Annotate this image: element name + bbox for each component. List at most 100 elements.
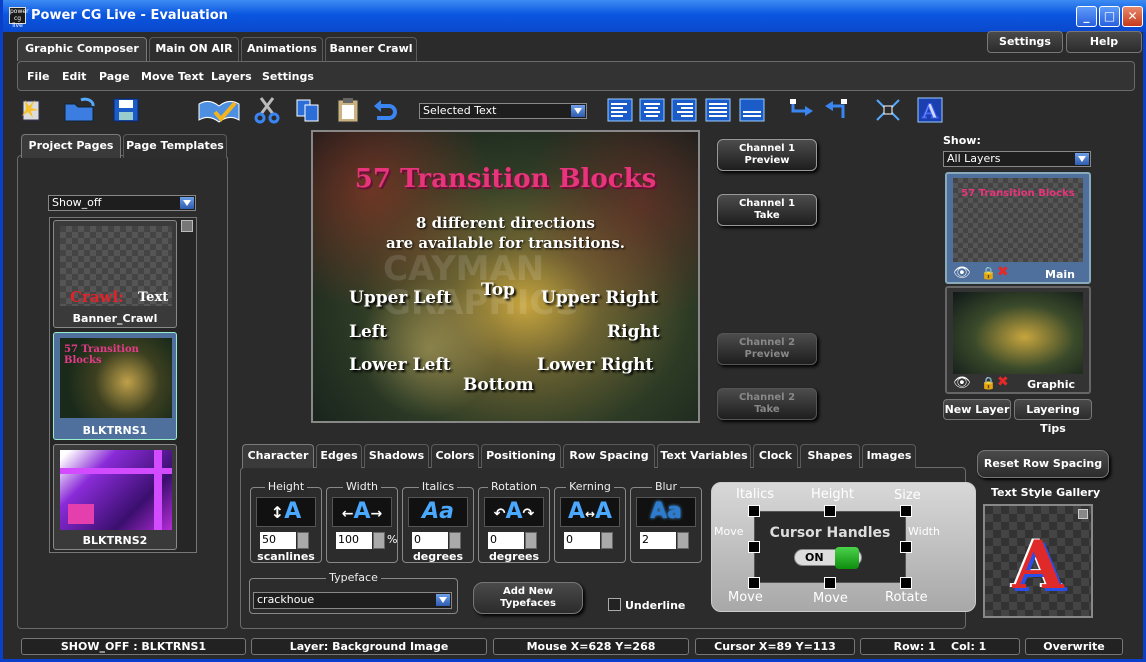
height-input[interactable]: 50	[260, 532, 296, 549]
page-thumb-blktrns1[interactable]: 57 Transition Blocks BLKTRNS1	[53, 332, 177, 440]
save-icon[interactable]	[111, 96, 141, 124]
channel-2-take-button[interactable]: Channel 2 Take	[717, 388, 817, 420]
page-thumb-blktrns2[interactable]: BLKTRNS2	[53, 444, 177, 550]
layer-item-graphic[interactable]: 👁 🔒 ✖ Graphic	[945, 286, 1091, 394]
button-line-1: Channel 2	[738, 337, 796, 348]
align-justify-icon[interactable]	[703, 96, 733, 124]
blur-spinner[interactable]	[677, 532, 689, 549]
menu-layers[interactable]: Layers	[211, 70, 252, 83]
delete-icon[interactable]: ✖	[997, 374, 1009, 390]
align-right-icon[interactable]	[669, 96, 699, 124]
handle-move-left[interactable]	[748, 541, 760, 553]
eye-icon[interactable]: 👁	[953, 265, 971, 281]
move-up-icon[interactable]	[821, 96, 851, 124]
show-dropdown[interactable]: Show_off	[48, 195, 196, 211]
rotation-input[interactable]: 0	[488, 532, 524, 549]
align-center-icon[interactable]	[637, 96, 667, 124]
height-spinner[interactable]	[297, 532, 309, 549]
rotation-icon: ↶A↷	[484, 497, 544, 527]
align-bottom-icon[interactable]	[737, 96, 767, 124]
spell-check-icon[interactable]	[197, 96, 241, 124]
selection-dropdown[interactable]: Selected Text	[419, 103, 587, 119]
handle-move-bottom[interactable]	[824, 577, 836, 589]
rotation-spinner[interactable]	[525, 532, 537, 549]
width-input[interactable]: 100	[336, 532, 372, 549]
menu-move-text[interactable]: Move Text	[141, 70, 204, 83]
tab-row-spacing[interactable]: Row Spacing	[563, 444, 655, 468]
kerning-spinner[interactable]	[601, 532, 613, 549]
lock-icon[interactable]: 🔒	[981, 266, 996, 280]
handle-height[interactable]	[824, 505, 836, 517]
close-icon[interactable]: ✕	[1122, 6, 1143, 27]
fit-screen-icon[interactable]	[873, 96, 903, 124]
paste-icon[interactable]	[333, 96, 363, 124]
align-left-icon[interactable]	[605, 96, 635, 124]
delete-icon[interactable]: ✖	[997, 264, 1009, 280]
handle-move-bottom-left[interactable]	[748, 577, 760, 589]
italics-input[interactable]: 0	[412, 532, 448, 549]
add-new-typefaces-button[interactable]: Add New Typefaces	[473, 582, 583, 614]
menu-page[interactable]: Page	[99, 70, 130, 83]
menu-settings[interactable]: Settings	[262, 70, 314, 83]
copy-icon[interactable]	[293, 96, 323, 124]
underline-label: Underline	[625, 599, 686, 612]
tab-images[interactable]: Images	[862, 444, 916, 468]
title-bar[interactable]: power cg live Power CG Live - Evaluation…	[3, 0, 1146, 32]
tab-page-templates[interactable]: Page Templates	[123, 134, 227, 158]
tab-text-variables[interactable]: Text Variables	[657, 444, 751, 468]
tab-project-pages[interactable]: Project Pages	[21, 134, 121, 158]
handle-rotate[interactable]	[900, 577, 912, 589]
open-folder-icon[interactable]	[63, 96, 95, 124]
page-thumb-banner-crawl[interactable]: Crawl: Text Banner_Crawl	[53, 220, 177, 328]
menu-file[interactable]: File	[27, 70, 50, 83]
tab-animations[interactable]: Animations	[241, 37, 323, 61]
tab-colors[interactable]: Colors	[431, 444, 479, 468]
undo-icon[interactable]	[371, 96, 401, 124]
width-percent: %	[387, 533, 398, 546]
tab-banner-crawl[interactable]: Banner Crawl	[325, 37, 417, 61]
lock-icon[interactable]: 🔒	[981, 376, 996, 390]
cursor-handles-toggle[interactable]: ON	[794, 547, 862, 569]
maximize-icon[interactable]: □	[1099, 6, 1120, 27]
move-down-icon[interactable]	[787, 96, 817, 124]
eye-icon[interactable]: 👁	[953, 375, 971, 391]
tab-clock[interactable]: Clock	[753, 444, 798, 468]
kerning-input[interactable]: 0	[564, 532, 600, 549]
channel-1-preview-button[interactable]: Channel 1 Preview	[717, 139, 817, 171]
channel-2-preview-button[interactable]: Channel 2 Preview	[717, 333, 817, 365]
tab-shapes[interactable]: Shapes	[800, 444, 860, 468]
layering-tips-button[interactable]: Layering Tips	[1014, 399, 1092, 435]
reset-row-spacing-button[interactable]: Reset Row Spacing	[977, 450, 1109, 478]
new-layer-button[interactable]: New Layer	[943, 399, 1011, 420]
underline-checkbox[interactable]	[608, 598, 621, 611]
help-button[interactable]: Help	[1066, 31, 1142, 53]
canvas-preview[interactable]: CAYMAN GRAPHICS 57 Transition Blocks 8 d…	[311, 130, 700, 423]
handle-italics[interactable]	[748, 505, 760, 517]
scrollbar-thumb[interactable]	[1078, 509, 1088, 519]
text-style-gallery[interactable]: A	[983, 504, 1093, 618]
typeface-dropdown[interactable]: crackhoue	[253, 592, 452, 609]
tab-shadows[interactable]: Shadows	[364, 444, 429, 468]
tab-main-on-air[interactable]: Main ON AIR	[149, 37, 239, 61]
cut-icon[interactable]	[252, 96, 282, 124]
handle-size[interactable]	[900, 505, 912, 517]
blur-input[interactable]: 2	[640, 532, 676, 549]
thumb-text-crawl: Crawl:	[70, 288, 124, 306]
channel-1-take-button[interactable]: Channel 1 Take	[717, 194, 817, 226]
settings-button[interactable]: Settings	[987, 31, 1063, 53]
text-style-icon[interactable]: A	[915, 96, 945, 124]
menu-edit[interactable]: Edit	[62, 70, 86, 83]
new-page-icon[interactable]	[17, 96, 47, 124]
preview-right: Right	[607, 322, 660, 342]
tab-graphic-composer[interactable]: Graphic Composer	[17, 37, 147, 61]
tab-character[interactable]: Character	[242, 444, 314, 468]
tab-edges[interactable]: Edges	[316, 444, 362, 468]
tab-positioning[interactable]: Positioning	[481, 444, 561, 468]
italics-spinner[interactable]	[449, 532, 461, 549]
layers-dropdown[interactable]: All Layers	[943, 151, 1091, 167]
layer-item-main[interactable]: 57 Transition Blocks 👁 🔒 ✖ Main	[945, 172, 1091, 284]
minimize-icon[interactable]: _	[1076, 6, 1097, 27]
handle-width[interactable]	[900, 541, 912, 553]
scrollbar-thumb[interactable]	[181, 220, 193, 232]
width-spinner[interactable]	[373, 532, 385, 549]
